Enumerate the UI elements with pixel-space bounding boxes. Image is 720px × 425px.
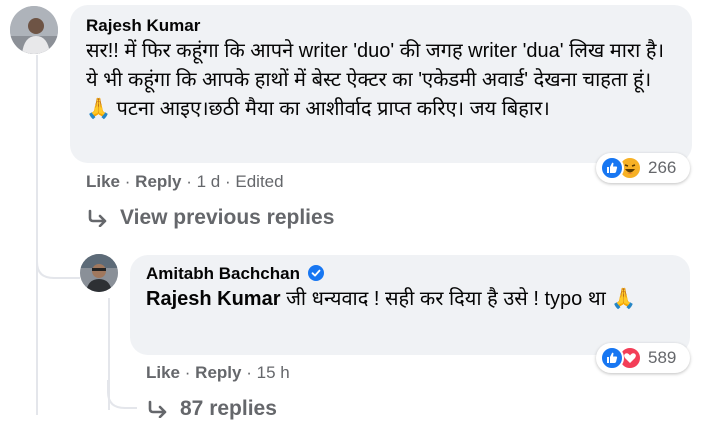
like-icon [600, 156, 624, 180]
replies-connector [107, 380, 137, 409]
separator: · [184, 363, 191, 382]
edited-label: Edited [235, 172, 284, 191]
reply-connector [36, 240, 80, 279]
separator: · [186, 172, 192, 191]
view-replies-link[interactable]: 87 replies [148, 397, 277, 421]
comment-bubble: Rajesh Kumar सर!! में फिर कहूंगा कि आपने… [70, 5, 692, 163]
timestamp[interactable]: 15 h [257, 363, 290, 382]
reply-text-row: Rajesh Kumar जी धन्यवाद ! सही कर दिया है… [146, 285, 676, 314]
reaction-count: 589 [648, 348, 677, 367]
reaction-count: 266 [648, 158, 677, 177]
reply-text: जी धन्यवाद ! सही कर दिया है उसे ! typo थ… [286, 288, 637, 310]
reply-arrow-icon [148, 400, 167, 418]
timestamp[interactable]: 1 d [197, 172, 221, 191]
comment-author[interactable]: Rajesh Kumar [86, 15, 678, 37]
separator: · [124, 172, 131, 191]
like-icon [600, 346, 624, 370]
separator: · [224, 172, 231, 191]
comment-text: सर!! में फिर कहूंगा कि आपने writer 'duo'… [86, 40, 665, 120]
view-previous-replies-link[interactable]: View previous replies [88, 206, 334, 230]
avatar-rajesh-kumar[interactable] [10, 6, 58, 54]
reply-button[interactable]: Reply [135, 172, 181, 191]
like-button[interactable]: Like [146, 363, 180, 382]
reply-author[interactable]: Amitabh Bachchan [146, 264, 300, 283]
comment-reactions[interactable]: 266 [596, 153, 690, 183]
reply-bubble: Amitabh Bachchan Rajesh Kumar जी धन्यवाद… [130, 255, 690, 355]
verified-badge-icon [307, 265, 324, 281]
mention-link[interactable]: Rajesh Kumar [146, 288, 281, 310]
reply-button[interactable]: Reply [195, 363, 241, 382]
comment-actions: Like · Reply · 1 d · Edited [86, 172, 284, 192]
avatar-amitabh-bachchan[interactable] [80, 254, 118, 292]
view-previous-label: View previous replies [120, 206, 335, 229]
reply-author-row: Amitabh Bachchan [146, 263, 676, 285]
reply-arrow-icon [88, 209, 107, 227]
like-button[interactable]: Like [86, 172, 120, 191]
reply-actions: Like · Reply · 15 h [146, 363, 290, 383]
thread-line [36, 55, 38, 415]
replies-count-label: 87 replies [180, 397, 277, 420]
reply-reactions[interactable]: 589 [596, 343, 690, 373]
separator: · [246, 363, 252, 382]
